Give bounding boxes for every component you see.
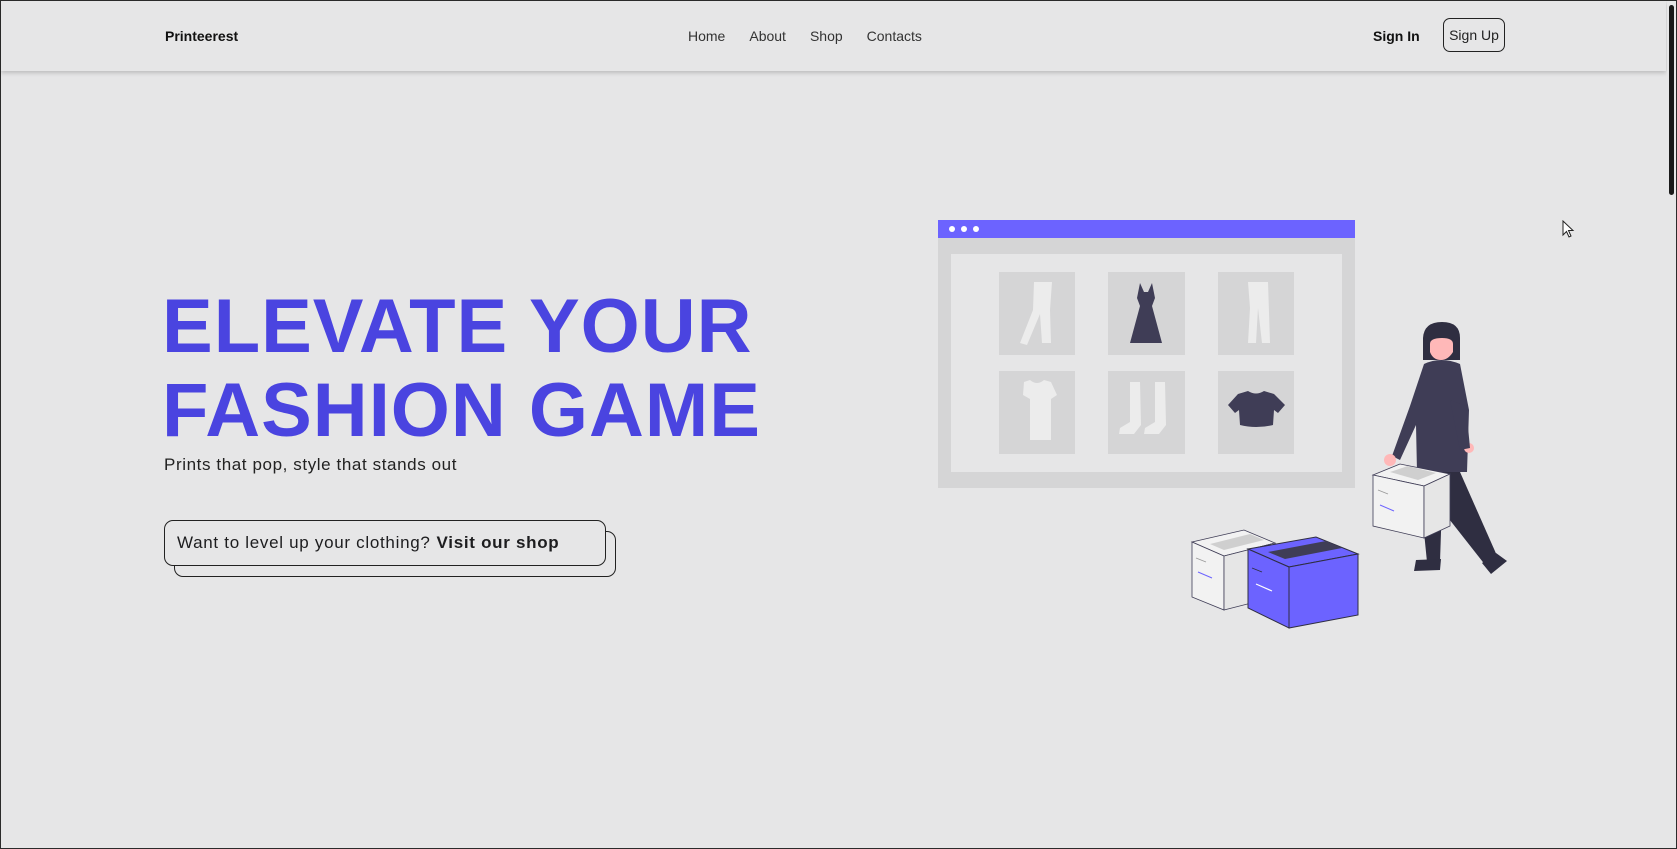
nav-about[interactable]: About (749, 28, 786, 44)
scrollbar-thumb[interactable] (1669, 5, 1674, 195)
sign-up-button[interactable]: Sign Up (1443, 18, 1505, 52)
cta-container: Want to level up your clothing? Visit ou… (164, 520, 616, 577)
cta-text: Want to level up your clothing? (177, 533, 431, 552)
woman-figure (1371, 322, 1507, 574)
hero-title-line-1: ELEVATE YOUR (162, 284, 753, 369)
purple-box (1246, 536, 1360, 629)
online-shopping-illustration (938, 220, 1507, 629)
hero-title-line-2: FASHION GAME (162, 368, 761, 453)
cta-link[interactable]: Visit our shop (437, 533, 560, 553)
hero-subtitle: Prints that pop, style that stands out (164, 455, 458, 474)
brand-logo[interactable]: Printeerest (165, 28, 238, 44)
nav-contacts[interactable]: Contacts (867, 28, 922, 44)
hero-title: ELEVATE YOUR FASHION GAME (162, 285, 761, 453)
nav-home[interactable]: Home (688, 28, 725, 44)
sign-in-link[interactable]: Sign In (1373, 28, 1420, 44)
mouse-cursor-icon (1562, 220, 1575, 238)
visit-shop-button[interactable]: Want to level up your clothing? Visit ou… (164, 520, 606, 566)
nav-shop[interactable]: Shop (810, 28, 843, 44)
navbar: Printeerest Home About Shop Contacts Sig… (1, 1, 1666, 71)
scrollbar[interactable] (1667, 1, 1676, 847)
main-nav: Home About Shop Contacts (688, 28, 946, 44)
